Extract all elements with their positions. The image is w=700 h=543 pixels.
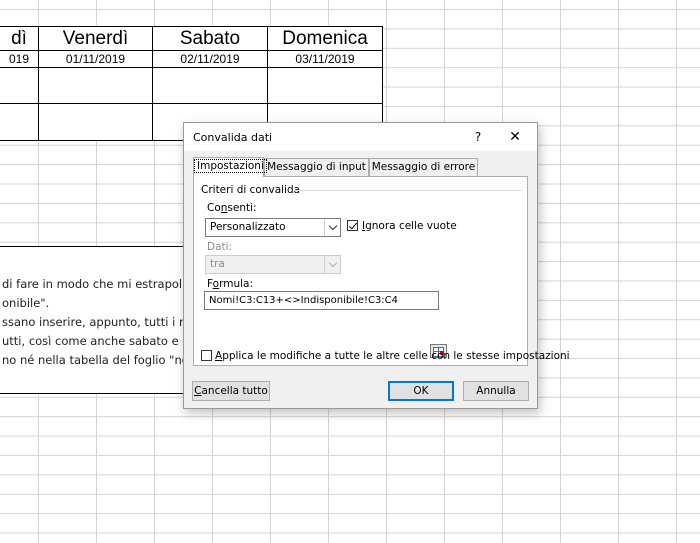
text-box[interactable]: di fare in modo che mi estrapoli i onibi… (0, 246, 210, 394)
table-cell[interactable] (267, 67, 383, 104)
tab-messaggio-errore[interactable]: Messaggio di errore (369, 158, 478, 176)
header-cell-day-2[interactable]: Sabato (152, 26, 268, 51)
chevron-down-icon[interactable] (324, 219, 340, 236)
date-cell-1[interactable]: 01/11/2019 (38, 50, 153, 68)
date-label: 019 (8, 52, 30, 66)
text-line: onibile". (2, 296, 50, 310)
group-label: Criteri di convalida (201, 184, 305, 196)
label-part: gnora celle vuote (365, 220, 457, 232)
tab-impostazioni[interactable]: Impostazioni (193, 157, 267, 177)
date-cell-3[interactable]: 03/11/2019 (267, 50, 383, 68)
table-cell[interactable] (0, 67, 39, 104)
close-button[interactable]: ✕ (506, 128, 524, 146)
allow-label: Consenti: (207, 202, 257, 214)
day-label: Domenica (282, 27, 368, 49)
label-part: senti: (227, 202, 257, 214)
ok-button[interactable]: OK (388, 381, 454, 401)
help-button[interactable]: ? (470, 128, 486, 146)
table-cell[interactable] (152, 67, 268, 104)
chevron-down-icon[interactable] (324, 256, 340, 273)
header-cell-day-0[interactable]: dì (0, 26, 39, 51)
text-line: di fare in modo che mi estrapoli i (2, 277, 193, 291)
date-label: 01/11/2019 (65, 52, 126, 66)
dialog-titlebar[interactable]: Convalida dati ? ✕ (184, 123, 537, 151)
date-cell-0[interactable]: 019 (0, 50, 39, 68)
day-label: Venerdì (62, 27, 129, 49)
label-part: rmula: (219, 278, 254, 290)
label-part: ancella tutto (201, 385, 268, 397)
tab-label: Messaggio di errore (371, 161, 476, 173)
header-cell-day-3[interactable]: Domenica (267, 26, 383, 51)
data-value: tra (210, 258, 225, 270)
data-label: Dati: (207, 241, 233, 253)
tab-label: Impostazioni (194, 159, 267, 173)
dialog-title: Convalida dati (193, 131, 273, 144)
data-select[interactable]: tra (205, 255, 341, 274)
tab-messaggio-input[interactable]: Messaggio di input (264, 158, 369, 176)
settings-panel: Criteri di convalida Consenti: Personali… (193, 176, 570, 366)
apply-all-label: Applica le modifiche a tutte le altre ce… (215, 350, 570, 362)
label-part: Co (207, 202, 221, 214)
group-divider (294, 190, 522, 191)
cancel-button[interactable]: Annulla (463, 381, 529, 401)
allow-select[interactable]: Personalizzato (205, 218, 341, 237)
date-label: 03/11/2019 (295, 52, 355, 66)
tab-label: Messaggio di input (267, 161, 366, 173)
table-cell[interactable] (38, 67, 153, 104)
label-part: pplica le modifiche a tutte le altre cel… (222, 350, 570, 362)
text-line: utti, così come anche sabato e dor (2, 334, 202, 348)
data-validation-dialog: Convalida dati ? ✕ Impostazioni Messaggi… (183, 122, 570, 409)
table-cell[interactable] (38, 103, 153, 141)
header-cell-day-1[interactable]: Venerdì (38, 26, 153, 51)
ignore-blank-label: Ignora celle vuote (362, 220, 457, 232)
text-line: no né nella tabella del foglio "nor (2, 353, 194, 367)
formula-input[interactable]: Nomi!C3:C13+<>Indisponibile!C3:C4 (204, 291, 439, 310)
clear-all-button[interactable]: Cancella tutto (192, 381, 270, 401)
day-label: dì (11, 27, 27, 49)
table-cell[interactable] (0, 103, 39, 141)
ignore-blank-checkbox[interactable] (347, 220, 358, 231)
date-cell-2[interactable]: 02/11/2019 (152, 50, 268, 68)
check-icon (348, 220, 358, 230)
date-label: 02/11/2019 (180, 52, 240, 66)
formula-label: Formula: (207, 278, 253, 290)
apply-all-checkbox[interactable] (201, 350, 212, 361)
allow-value: Personalizzato (210, 221, 286, 233)
day-label: Sabato (179, 27, 241, 49)
text-line: ssano inserire, appunto, tutti i no (2, 315, 194, 329)
